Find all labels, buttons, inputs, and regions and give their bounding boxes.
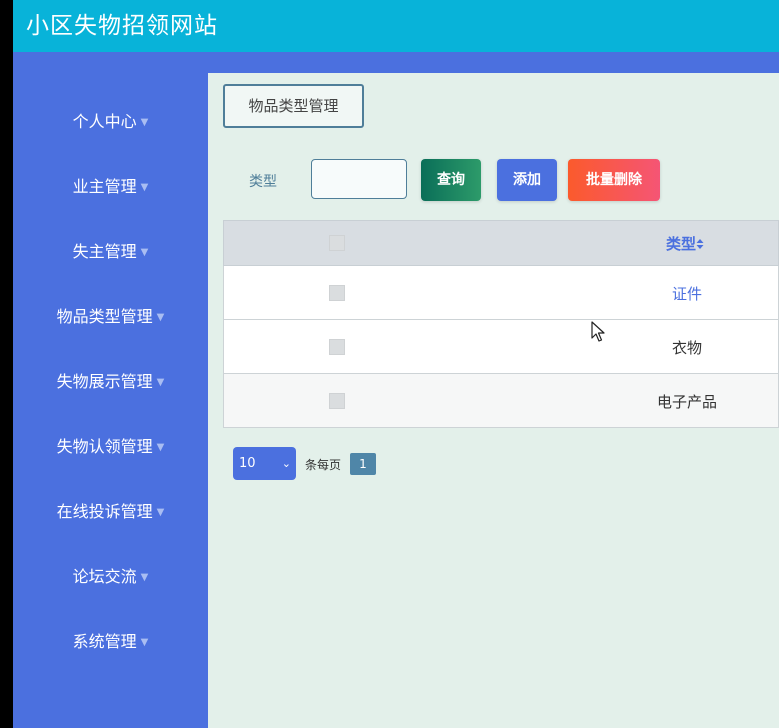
search-type-input[interactable] bbox=[311, 159, 407, 199]
sidebar-item-item-type-management[interactable]: 物品类型管理 ▼ bbox=[13, 302, 208, 332]
caret-down-icon: ▼ bbox=[140, 572, 149, 583]
sidebar-item-label: 失物展示管理 bbox=[56, 372, 153, 391]
site-title: 小区失物招领网站 bbox=[26, 13, 218, 39]
type-cell: 电子产品 bbox=[656, 393, 717, 411]
table-row: 证件 bbox=[223, 266, 779, 320]
breadcrumb: 物品类型管理 bbox=[223, 84, 364, 128]
page-number-button[interactable]: 1 bbox=[350, 453, 376, 475]
caret-down-icon: ▼ bbox=[156, 312, 165, 323]
sidebar-item-system-management[interactable]: 系统管理 ▼ bbox=[13, 627, 208, 657]
sidebar-item-label: 个人中心 bbox=[72, 112, 137, 131]
type-cell: 衣物 bbox=[671, 339, 702, 357]
per-page-label: 条每页 bbox=[305, 458, 342, 472]
top-header: 小区失物招领网站 bbox=[13, 0, 779, 52]
caret-down-icon: ▼ bbox=[156, 377, 165, 388]
sidebar-item-label: 论坛交流 bbox=[72, 567, 137, 586]
search-type-label: 类型 bbox=[249, 174, 277, 190]
page-size-value: 10 bbox=[239, 456, 256, 471]
row-checkbox[interactable] bbox=[329, 393, 345, 409]
row-checkbox[interactable] bbox=[329, 339, 345, 355]
sidebar-item-label: 系统管理 bbox=[72, 632, 137, 651]
table-header: 类型 bbox=[223, 220, 779, 266]
table-row: 衣物 bbox=[223, 320, 779, 374]
sidebar-item-forum[interactable]: 论坛交流 ▼ bbox=[13, 562, 208, 592]
type-cell[interactable]: 证件 bbox=[624, 283, 750, 304]
sidebar-item-label: 失物认领管理 bbox=[56, 437, 153, 456]
chevron-down-icon: ⌄ bbox=[281, 457, 291, 470]
sidebar-item-label: 业主管理 bbox=[72, 177, 137, 196]
column-header-label: 类型 bbox=[666, 235, 697, 253]
select-all-checkbox[interactable] bbox=[329, 235, 345, 251]
item-type-table: 类型 证件 衣物 电子产品 bbox=[223, 220, 779, 428]
query-button[interactable]: 查询 bbox=[421, 159, 481, 201]
row-checkbox[interactable] bbox=[329, 285, 345, 301]
page-size-select[interactable]: 10 ⌄ bbox=[233, 447, 296, 480]
main-content: 物品类型管理 类型 查询 添加 批量删除 类型 证件 衣物 电子产品 10 ⌄ … bbox=[208, 73, 779, 728]
sidebar-item-loser-management[interactable]: 失主管理 ▼ bbox=[13, 237, 208, 267]
column-header-type[interactable]: 类型 bbox=[666, 233, 704, 254]
caret-down-icon: ▼ bbox=[156, 442, 165, 453]
sort-icon bbox=[696, 239, 704, 249]
caret-down-icon: ▼ bbox=[140, 182, 149, 193]
sidebar-item-label: 物品类型管理 bbox=[56, 307, 153, 326]
sidebar-item-label: 在线投诉管理 bbox=[56, 502, 153, 521]
table-row: 电子产品 bbox=[223, 374, 779, 428]
sidebar-item-lost-display-management[interactable]: 失物展示管理 ▼ bbox=[13, 367, 208, 397]
sidebar-item-owner-management[interactable]: 业主管理 ▼ bbox=[13, 172, 208, 202]
sidebar: 个人中心 ▼ 业主管理 ▼ 失主管理 ▼ 物品类型管理 ▼ 失物展示管理 ▼ 失物认领管理… bbox=[13, 52, 208, 728]
top-strip bbox=[208, 52, 779, 73]
caret-down-icon: ▼ bbox=[140, 247, 149, 258]
sidebar-item-personal-center[interactable]: 个人中心 ▼ bbox=[13, 107, 208, 137]
caret-down-icon: ▼ bbox=[156, 507, 165, 518]
mouse-cursor-icon bbox=[591, 321, 605, 342]
app-window: 小区失物招领网站 个人中心 ▼ 业主管理 ▼ 失主管理 ▼ 物品类型管理 ▼ 失物展示管… bbox=[13, 0, 779, 728]
batch-delete-button[interactable]: 批量删除 bbox=[568, 159, 660, 201]
caret-down-icon: ▼ bbox=[140, 637, 149, 648]
sidebar-item-complaint-management[interactable]: 在线投诉管理 ▼ bbox=[13, 497, 208, 527]
sidebar-item-claim-management[interactable]: 失物认领管理 ▼ bbox=[13, 432, 208, 462]
sidebar-item-label: 失主管理 bbox=[72, 242, 137, 261]
add-button[interactable]: 添加 bbox=[497, 159, 557, 201]
caret-down-icon: ▼ bbox=[140, 117, 149, 128]
